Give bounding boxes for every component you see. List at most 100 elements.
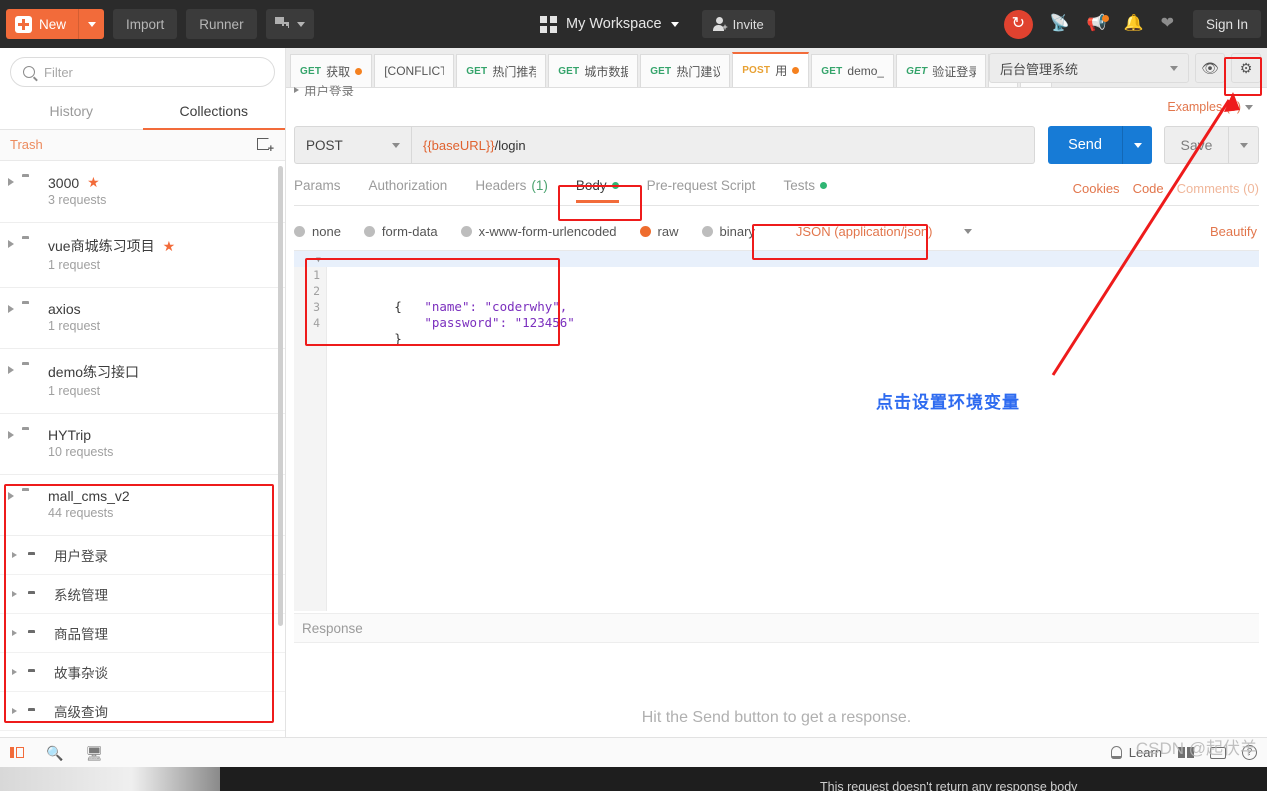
postman-window: New Import Runner My Workspace + Invite …: [0, 0, 1267, 791]
request-tab[interactable]: GET demo_: [811, 54, 895, 87]
sidebar: Filter History Collections Trash + 3000 ★…: [0, 48, 286, 755]
code-link[interactable]: Code: [1133, 181, 1164, 196]
tab-params[interactable]: Params: [294, 178, 341, 202]
runner-button[interactable]: Runner: [186, 9, 257, 39]
chevron-down-icon: [1170, 65, 1178, 71]
search-input[interactable]: Filter: [10, 57, 275, 87]
list-item[interactable]: demo练习接口 1 request: [0, 349, 285, 414]
environment-quick-look-button[interactable]: 👁: [1195, 53, 1225, 83]
request-tab-active[interactable]: POST 用: [732, 52, 810, 87]
code-line[interactable]: 1 ▼ {: [294, 251, 1259, 314]
body-format-select[interactable]: JSON (application/json): [788, 220, 981, 243]
list-item-folder[interactable]: 商品管理: [0, 614, 285, 653]
expand-arrow-icon[interactable]: [0, 301, 22, 313]
request-tab[interactable]: GET 热门建议: [640, 54, 731, 87]
tab-tests[interactable]: Tests: [783, 178, 827, 202]
tab-body[interactable]: Body: [575, 178, 619, 203]
new-dropdown-button[interactable]: [78, 9, 104, 39]
radio-none[interactable]: none: [294, 224, 341, 239]
eye-icon: 👁: [1201, 59, 1219, 76]
radio-urlencoded[interactable]: x-www-form-urlencoded: [460, 224, 617, 239]
list-item-folder[interactable]: 高级查询: [0, 692, 285, 731]
list-item[interactable]: HYTrip 10 requests: [0, 414, 285, 475]
new-collection-icon[interactable]: +: [257, 137, 274, 154]
grid-icon: [540, 15, 557, 33]
megaphone-icon[interactable]: 📢: [1087, 15, 1109, 32]
tab-headers[interactable]: Headers (1): [475, 178, 548, 202]
sync-icon[interactable]: ↻: [1003, 9, 1033, 39]
radio-form-data[interactable]: form-data: [363, 224, 438, 239]
body-editor[interactable]: 1 ▼ { 2 "name": "coderwhy", 3 "password"…: [294, 250, 1259, 611]
expand-arrow-icon[interactable]: [0, 630, 28, 636]
beautify-link[interactable]: Beautify: [1210, 224, 1257, 239]
examples-dropdown[interactable]: Examples (0): [1167, 100, 1253, 114]
sidebar-scrollbar[interactable]: [278, 166, 283, 626]
method-label: GET: [300, 65, 322, 77]
collections-list[interactable]: 3000 ★ 3 requests vue商城练习项目 ★ 1 request ax…: [0, 161, 285, 755]
expand-arrow-icon[interactable]: [0, 488, 22, 500]
expand-arrow-icon[interactable]: [0, 552, 28, 558]
expand-arrow-icon[interactable]: [0, 362, 22, 374]
request-tab[interactable]: [CONFLICT]: [374, 54, 455, 87]
chevron-down-icon: [964, 228, 973, 234]
radio-binary[interactable]: binary: [701, 224, 755, 239]
folder-icon: [22, 488, 48, 491]
save-options-button[interactable]: [1229, 126, 1259, 164]
list-item-folder[interactable]: 用户登录: [0, 536, 285, 575]
expand-arrow-icon[interactable]: [0, 174, 22, 186]
expand-arrow-icon[interactable]: [0, 236, 22, 248]
tab-collections[interactable]: Collections: [142, 94, 286, 130]
request-tab[interactable]: GET 城市数据: [548, 54, 639, 87]
comments-link[interactable]: Comments (0): [1177, 181, 1259, 196]
list-item-folder[interactable]: 系统管理: [0, 575, 285, 614]
folder-name: 高级查询: [54, 705, 108, 720]
save-button[interactable]: Save: [1164, 126, 1229, 164]
sign-in-button[interactable]: Sign In: [1192, 10, 1261, 38]
import-button[interactable]: Import: [113, 9, 178, 39]
new-window-button[interactable]: [265, 9, 314, 39]
trash-link[interactable]: Trash: [10, 137, 43, 152]
send-button[interactable]: Send: [1048, 126, 1122, 164]
tab-authorization[interactable]: Authorization: [369, 178, 448, 202]
console-icon[interactable]: 🖥: [85, 746, 103, 760]
body-format-value: JSON (application/json): [795, 223, 933, 239]
bell-icon[interactable]: 🔔: [1124, 16, 1144, 32]
request-tab[interactable]: GET 热门推荐: [456, 54, 547, 87]
list-item-folder[interactable]: 故事杂谈: [0, 653, 285, 692]
sidebar-toggle-icon[interactable]: [10, 747, 24, 758]
code-line[interactable]: 3 "password": "123456": [294, 283, 1259, 330]
invite-button[interactable]: + Invite: [701, 10, 775, 38]
expand-arrow-icon[interactable]: [0, 669, 28, 675]
tab-history[interactable]: History: [0, 94, 143, 129]
collection-name: HYTrip: [48, 427, 92, 443]
fold-arrow-icon[interactable]: ▼: [316, 252, 321, 268]
method-select[interactable]: POST: [294, 126, 412, 164]
list-item[interactable]: vue商城练习项目 ★ 1 request: [0, 223, 285, 288]
list-item[interactable]: axios 1 request: [0, 288, 285, 349]
list-item[interactable]: 3000 ★ 3 requests: [0, 161, 285, 223]
heart-icon[interactable]: ❤: [1161, 16, 1174, 32]
workspace-selector[interactable]: My Workspace + Invite: [540, 10, 775, 38]
search-icon[interactable]: 🔍: [46, 746, 63, 760]
tab-pre-request-script[interactable]: Pre-request Script: [647, 178, 756, 202]
cookies-link[interactable]: Cookies: [1073, 181, 1120, 196]
expand-arrow-icon[interactable]: [0, 427, 22, 439]
method-label: POST: [742, 65, 771, 76]
new-button[interactable]: New: [6, 9, 105, 39]
url-input[interactable]: {{baseURL}}/login: [412, 126, 1035, 164]
folder-icon: [22, 174, 48, 177]
expand-arrow-icon[interactable]: [0, 708, 28, 714]
environment-settings-button[interactable]: ⚙: [1231, 53, 1261, 83]
environment-controls: 后台管理系统 👁 ⚙: [989, 53, 1261, 83]
request-tab[interactable]: GET 验证登录: [896, 54, 987, 87]
radio-raw[interactable]: raw: [639, 224, 679, 239]
environment-select[interactable]: 后台管理系统: [989, 53, 1189, 83]
code-line[interactable]: 2 "name": "coderwhy",: [294, 267, 1259, 314]
collection-name: 3000: [48, 174, 80, 191]
satellite-icon[interactable]: 📡: [1050, 16, 1070, 32]
code-line[interactable]: 4 }: [294, 299, 1259, 346]
request-tab[interactable]: GET 获取: [290, 54, 373, 87]
expand-arrow-icon[interactable]: [0, 591, 28, 597]
list-item-mall-cms-v2[interactable]: mall_cms_v2 44 requests: [0, 475, 285, 536]
send-options-button[interactable]: [1122, 126, 1152, 164]
